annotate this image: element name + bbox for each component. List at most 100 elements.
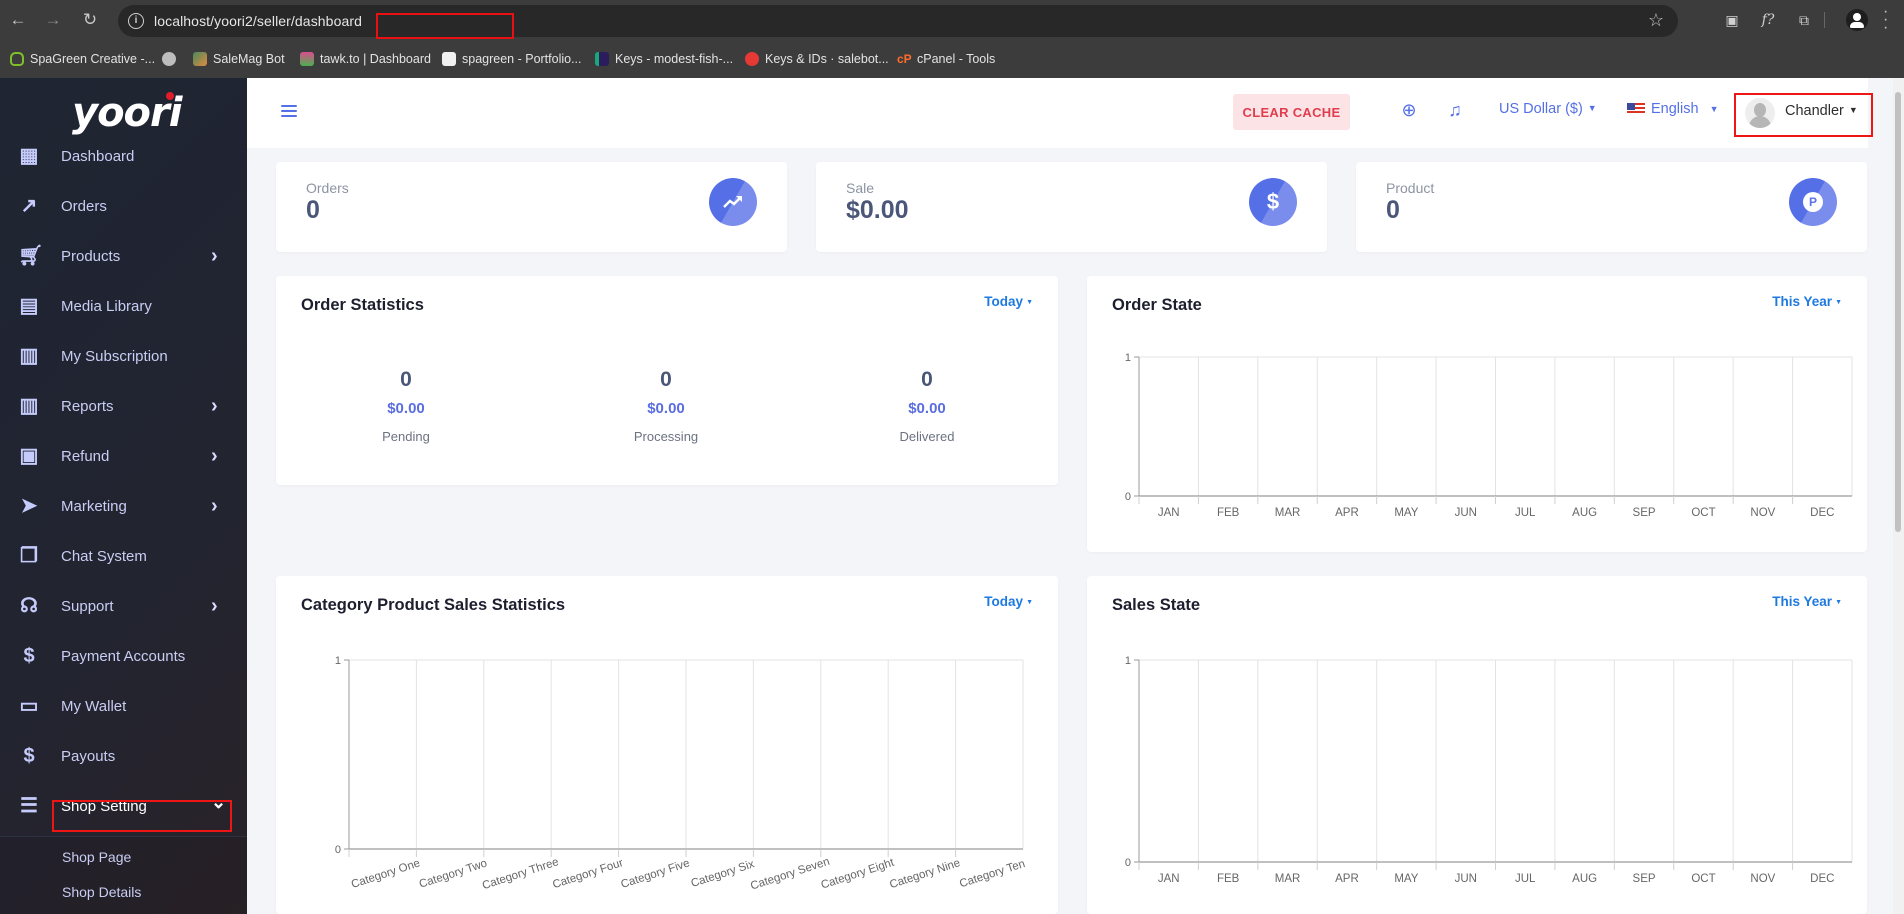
order-stat-processing: 0 $0.00 Processing	[566, 368, 766, 444]
x-tick-label: MAR	[1275, 507, 1301, 519]
globe-icon[interactable]: ⊕	[1400, 100, 1418, 120]
sidebar-item-my-wallet[interactable]: ▭ My Wallet	[0, 685, 247, 727]
globe-favicon-icon	[162, 52, 176, 66]
y-tick-label: 0	[1125, 857, 1131, 869]
top-header: CLEAR CACHE ⊕ ♫ US Dollar ($) ▼ English ▼ …	[247, 78, 1873, 148]
avatar[interactable]	[1745, 98, 1775, 128]
bookmark-item[interactable]: SpaGreen Creative -...	[10, 50, 155, 68]
browser-menu-icon[interactable]: · · ·	[1883, 4, 1889, 36]
user-dropdown[interactable]: Chandler ▼	[1785, 103, 1858, 119]
x-tick-label: OCT	[1691, 507, 1715, 519]
bookmark-item[interactable]: spagreen - Portfolio...	[442, 50, 582, 68]
currency-dropdown[interactable]: US Dollar ($) ▼	[1499, 101, 1597, 117]
sidebar-item-dashboard[interactable]: ▦ Dashboard	[0, 135, 247, 177]
forward-icon[interactable]: →	[43, 10, 63, 30]
bookmarks-bar: SpaGreen Creative -... SaleMag Bot tawk.…	[0, 40, 1904, 78]
bookmark-item[interactable]: SaleMag Bot	[193, 50, 285, 68]
site-info-icon[interactable]: i	[128, 13, 144, 29]
picture-in-picture-icon[interactable]: ▣	[1722, 10, 1742, 30]
stat-value: 0	[306, 196, 320, 224]
chevron-right-icon: ›	[211, 244, 218, 267]
y-tick-label: 1	[335, 655, 341, 667]
bookmark-item[interactable]: cP cPanel - Tools	[897, 50, 995, 68]
sidebar-item-payouts[interactable]: $ Payouts	[0, 735, 247, 777]
submenu-item-shop-page[interactable]: Shop Page	[62, 849, 131, 865]
chevron-right-icon: ›	[211, 494, 218, 517]
back-icon[interactable]: ←	[8, 10, 28, 30]
url-text[interactable]: localhost/yoori2/seller/dashboard	[154, 13, 362, 29]
x-tick-label: JAN	[1158, 507, 1180, 519]
order-state-chart: 0 1 JAN FEB MAR APR MAY JUN JUL AUG SEP OCT NOV DEC	[1125, 352, 1853, 519]
chevron-right-icon: ›	[211, 594, 218, 617]
bookmark-item[interactable]: tawk.to | Dashboard	[300, 50, 431, 68]
logo-dot	[166, 92, 174, 100]
logo[interactable]: yoori	[72, 90, 182, 136]
sidebar-item-label: Media Library	[61, 297, 152, 315]
address-bar[interactable]: i localhost/yoori2/seller/dashboard ☆	[118, 5, 1678, 39]
x-tick-label: Category Three	[481, 856, 561, 892]
order-status-label: Delivered	[899, 429, 955, 444]
clear-cache-button[interactable]: CLEAR CACHE	[1233, 94, 1350, 130]
report-file-icon: ▥	[19, 395, 39, 417]
sidebar-item-label: Marketing	[61, 497, 127, 515]
submenu	[0, 836, 247, 914]
x-tick-label: Category Eight	[820, 856, 897, 891]
sidebar-item-reports[interactable]: ▥ Reports ›	[0, 385, 247, 427]
product-icon: P	[1789, 178, 1837, 226]
stat-label: Sale	[846, 180, 875, 196]
bookmark-item[interactable]	[162, 50, 176, 68]
x-tick-label: APR	[1335, 507, 1359, 519]
extensions-puzzle-icon[interactable]: ⧉	[1794, 10, 1814, 30]
order-statistics-filter-dropdown[interactable]: Today ▼	[984, 294, 1033, 309]
sidebar-item-payment-accounts[interactable]: $ Payment Accounts	[0, 635, 247, 677]
stat-value: $0.00	[846, 196, 909, 224]
sidebar-item-label: Products	[61, 247, 121, 265]
sidebar-item-media-library[interactable]: ▤ Media Library	[0, 285, 247, 327]
sidebar-item-chat-system[interactable]: ❐ Chat System	[0, 535, 247, 577]
send-icon: ➤	[20, 495, 38, 517]
x-tick-label: Category Four	[551, 857, 625, 891]
order-status-label: Pending	[382, 429, 430, 444]
report-file-icon: ▥	[19, 345, 39, 367]
bookmark-label: Keys & IDs · salebot...	[765, 52, 889, 66]
menu-toggle-icon[interactable]	[281, 105, 297, 118]
x-tick-label: FEB	[1217, 507, 1240, 519]
scrollbar-thumb[interactable]	[1895, 92, 1901, 532]
bookmark-label: spagreen - Portfolio...	[462, 52, 582, 66]
stat-label: Product	[1386, 180, 1435, 196]
x-tick-label: Category Two	[418, 858, 489, 891]
sidebar-item-my-subscription[interactable]: ▥ My Subscription	[0, 335, 247, 377]
sidebar-item-marketing[interactable]: ➤ Marketing ›	[0, 485, 247, 527]
x-tick-label: Category Ten	[958, 858, 1027, 890]
font-extension-icon[interactable]: f?	[1758, 10, 1778, 30]
order-amount: $0.00	[387, 400, 425, 417]
keys-ids-favicon-icon	[745, 52, 759, 66]
x-tick-label: AUG	[1572, 507, 1597, 519]
cart-icon: 🛒︎	[18, 245, 44, 267]
y-tick-label: 0	[335, 844, 341, 856]
sidebar-item-orders[interactable]: ↗ Orders	[0, 185, 247, 227]
x-tick-label: JAN	[1158, 873, 1180, 885]
user-name: Chandler	[1785, 103, 1844, 119]
headset-icon: ☊	[20, 595, 38, 617]
bell-icon[interactable]: ♫	[1446, 100, 1464, 120]
sidebar-item-label: Reports	[61, 397, 114, 415]
x-tick-label: SEP	[1633, 507, 1656, 519]
bookmark-star-icon[interactable]: ☆	[1648, 10, 1664, 31]
chat-icon: ❐	[20, 545, 38, 567]
language-dropdown[interactable]: English ▼	[1627, 101, 1718, 117]
keys-favicon-icon	[595, 52, 609, 66]
sidebar-item-support[interactable]: ☊ Support ›	[0, 585, 247, 627]
browser-profile-icon[interactable]	[1846, 9, 1868, 31]
tawkto-favicon-icon	[300, 52, 314, 66]
x-tick-label: MAY	[1394, 873, 1418, 885]
us-flag-icon	[1627, 103, 1645, 115]
sidebar-item-refund[interactable]: ▣ Refund ›	[0, 435, 247, 477]
submenu-item-shop-details[interactable]: Shop Details	[62, 884, 141, 900]
bookmark-item[interactable]: Keys - modest-fish-...	[595, 50, 733, 68]
sidebar-item-label: Orders	[61, 197, 107, 215]
bookmark-item[interactable]: Keys & IDs · salebot...	[745, 50, 889, 68]
reload-icon[interactable]: ↻	[80, 10, 100, 30]
x-tick-label: NOV	[1750, 873, 1775, 885]
sidebar-item-products[interactable]: 🛒︎ Products ›	[0, 235, 247, 277]
